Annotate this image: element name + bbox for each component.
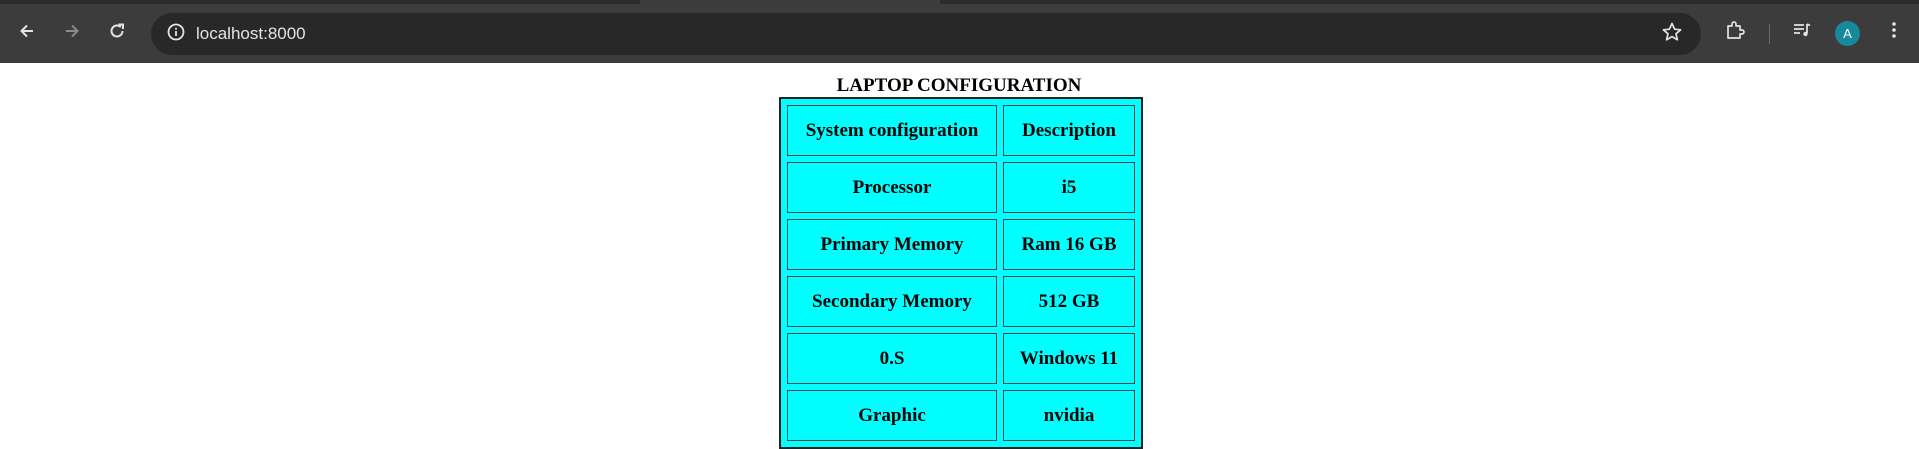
arrow-left-icon	[17, 21, 37, 41]
table-cell: Primary Memory	[787, 219, 997, 270]
page-content: LAPTOP CONFIGURATION System configuratio…	[0, 63, 1919, 449]
arrow-right-icon	[62, 21, 82, 41]
table-row: Processor i5	[787, 162, 1135, 213]
table-cell: Ram 16 GB	[1003, 219, 1135, 270]
table-header-row: System configuration Description	[787, 105, 1135, 156]
table-cell: Windows 11	[1003, 333, 1135, 384]
forward-button[interactable]	[57, 16, 87, 46]
table-row: Graphic nvidia	[787, 390, 1135, 441]
extensions-button[interactable]	[1720, 17, 1750, 47]
table-cell: i5	[1003, 162, 1135, 213]
url-text[interactable]: localhost:8000	[196, 13, 306, 55]
menu-button[interactable]	[1879, 17, 1909, 47]
reload-button[interactable]	[102, 16, 132, 46]
bookmark-button[interactable]	[1657, 19, 1687, 49]
info-icon	[166, 22, 186, 47]
table-row: Primary Memory Ram 16 GB	[787, 219, 1135, 270]
table-cell: Processor	[787, 162, 997, 213]
table-row: 0.S Windows 11	[787, 333, 1135, 384]
back-button[interactable]	[12, 16, 42, 46]
tab-strip-edge	[0, 0, 640, 4]
media-queue-icon	[1791, 19, 1813, 46]
browser-toolbar: localhost:8000 A	[0, 0, 1919, 63]
media-button[interactable]	[1787, 17, 1817, 47]
config-table: System configuration Description Process…	[779, 97, 1143, 449]
page-title: LAPTOP CONFIGURATION	[836, 75, 1082, 96]
tab-strip-edge	[940, 0, 1919, 4]
three-dots-icon	[1884, 20, 1904, 45]
table-row: Secondary Memory 512 GB	[787, 276, 1135, 327]
table-cell: nvidia	[1003, 390, 1135, 441]
address-bar[interactable]: localhost:8000	[151, 13, 1701, 55]
toolbar-divider	[1769, 24, 1770, 44]
star-icon	[1661, 21, 1683, 48]
table-cell: 0.S	[787, 333, 997, 384]
avatar[interactable]: A	[1835, 21, 1860, 46]
reload-icon	[107, 21, 127, 41]
table-cell: Graphic	[787, 390, 997, 441]
table-cell: 512 GB	[1003, 276, 1135, 327]
site-info-button[interactable]	[161, 19, 191, 49]
table-cell: Secondary Memory	[787, 276, 997, 327]
table-header: Description	[1003, 105, 1135, 156]
table-header: System configuration	[787, 105, 997, 156]
puzzle-icon	[1724, 19, 1746, 46]
